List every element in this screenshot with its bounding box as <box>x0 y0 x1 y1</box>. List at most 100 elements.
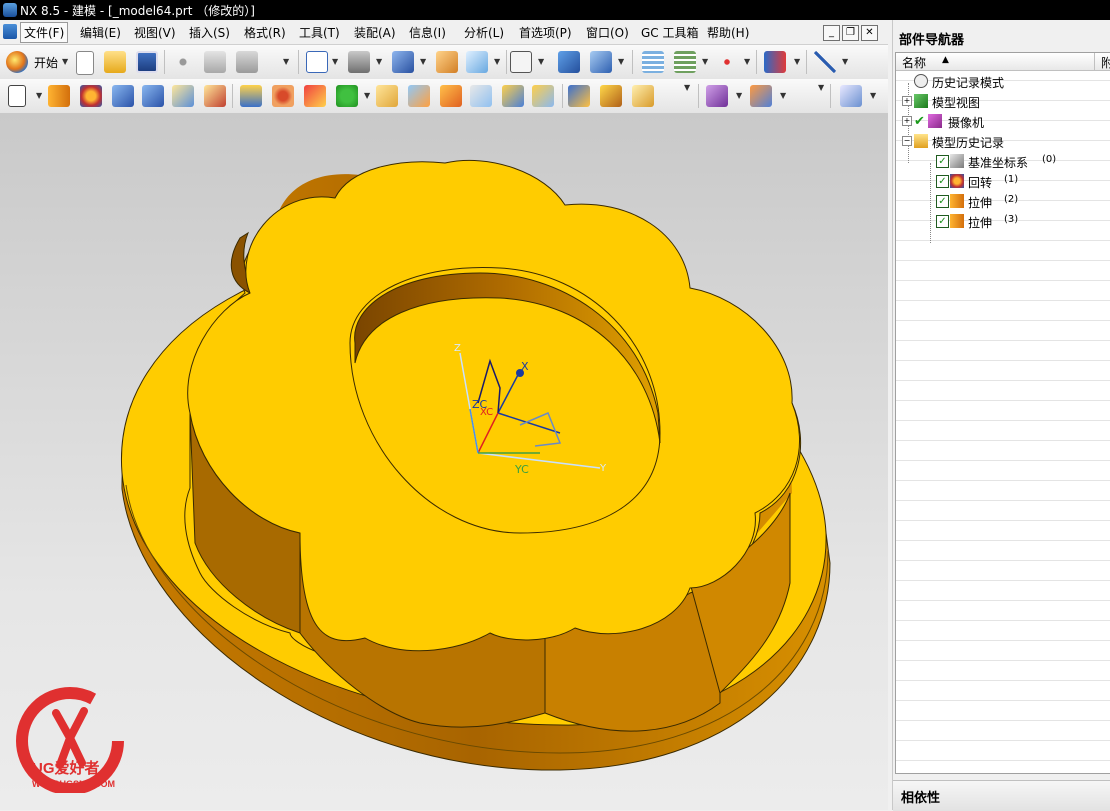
sort-ascending-icon[interactable]: ▲ <box>942 55 949 65</box>
menu-gc-toolbox[interactable]: GC 工具箱 <box>641 24 699 41</box>
fit-view-icon[interactable] <box>306 51 328 73</box>
expand-icon[interactable]: + <box>902 116 912 126</box>
tree-item-extrude[interactable]: ✓ 拉伸 (2) <box>896 191 1110 211</box>
chamfer-icon[interactable] <box>440 85 462 107</box>
trim-body-icon[interactable] <box>502 85 524 107</box>
minimize-button[interactable]: _ <box>823 25 840 41</box>
start-icon[interactable] <box>6 51 28 73</box>
offset-face-icon[interactable] <box>376 85 398 107</box>
chevron-down-icon[interactable]: ▼ <box>618 57 624 66</box>
assembly-constraint-icon[interactable] <box>590 51 612 73</box>
close-button[interactable]: ✕ <box>861 25 878 41</box>
chevron-down-icon[interactable]: ▼ <box>736 91 742 100</box>
navigator-tree[interactable]: 名称 ▲ 附 历史记录模式 + 模型视图 + ✔ 摄像机 − 模型历史记录 <box>895 52 1110 774</box>
tree-item-revolve[interactable]: ✓ 回转 (1) <box>896 171 1110 191</box>
dependencies-title[interactable]: 相依性 <box>901 787 940 806</box>
snap-point-icon[interactable] <box>814 51 836 73</box>
intersect-icon[interactable] <box>600 85 622 107</box>
revolve-icon[interactable] <box>80 85 102 107</box>
move-to-layer-icon[interactable] <box>674 51 696 73</box>
menu-insert[interactable]: 插入(S) <box>189 24 230 41</box>
chevron-down-icon[interactable]: ▼ <box>538 57 544 66</box>
chevron-down-icon[interactable]: ▼ <box>794 57 800 66</box>
menu-window[interactable]: 窗口(O) <box>586 24 629 41</box>
chevron-down-icon[interactable]: ▼ <box>364 91 370 100</box>
column-header-name[interactable]: 名称 <box>902 54 926 71</box>
chevron-down-icon[interactable]: ▼ <box>842 57 848 66</box>
tree-item-history-mode[interactable]: 历史记录模式 <box>896 71 1110 91</box>
layer-settings-icon[interactable] <box>642 51 664 73</box>
visibility-checkbox[interactable]: ✓ <box>936 195 949 208</box>
wcs-icon[interactable] <box>716 51 738 73</box>
menu-info[interactable]: 信息(I) <box>409 24 446 41</box>
sew-icon[interactable] <box>632 85 654 107</box>
collapse-icon[interactable]: − <box>902 136 912 146</box>
chevron-down-icon[interactable]: ▼ <box>420 57 426 66</box>
visibility-checkbox[interactable]: ✓ <box>936 155 949 168</box>
solid-model[interactable]: X ZC XC YC Y Z <box>0 113 888 810</box>
menu-format[interactable]: 格式(R) <box>244 24 286 41</box>
unite-icon[interactable] <box>142 85 164 107</box>
delete-face-icon[interactable] <box>750 85 772 107</box>
surface-icon[interactable] <box>840 85 862 107</box>
chevron-down-icon[interactable]: ▼ <box>283 57 289 66</box>
document-icon[interactable] <box>3 24 17 39</box>
paste-icon[interactable] <box>236 51 258 73</box>
chevron-down-icon[interactable]: ▼ <box>818 83 824 92</box>
chevron-down-icon[interactable]: ▼ <box>494 57 500 66</box>
shell-icon[interactable] <box>470 85 492 107</box>
chevron-down-icon[interactable]: ▼ <box>36 91 42 100</box>
tree-item-model-history[interactable]: − 模型历史记录 <box>896 131 1110 151</box>
menu-preferences[interactable]: 首选项(P) <box>519 24 572 41</box>
sketch-icon[interactable] <box>8 85 26 107</box>
chevron-down-icon[interactable]: ▼ <box>684 83 690 92</box>
save-icon[interactable] <box>136 51 158 73</box>
restore-button[interactable]: ❐ <box>842 25 859 41</box>
boss-icon[interactable] <box>204 85 226 107</box>
hole-icon[interactable] <box>172 85 194 107</box>
chevron-down-icon[interactable]: ▼ <box>332 57 338 66</box>
menu-file[interactable]: 文件(F) <box>20 22 69 43</box>
background-color-icon[interactable] <box>510 51 532 73</box>
new-file-icon[interactable] <box>76 51 94 75</box>
synchronous-move-icon[interactable] <box>706 85 728 107</box>
datum-csys-icon[interactable] <box>336 85 358 107</box>
visibility-checkbox[interactable]: ✓ <box>936 175 949 188</box>
tree-item-extrude[interactable]: ✓ 拉伸 (3) <box>896 211 1110 231</box>
draft-icon[interactable] <box>408 85 430 107</box>
chevron-down-icon[interactable]: ▼ <box>780 91 786 100</box>
start-button-label[interactable]: 开始 <box>34 54 58 71</box>
menu-edit[interactable]: 编辑(E) <box>80 24 121 41</box>
edge-blend-icon[interactable] <box>240 85 262 107</box>
tree-item-cameras[interactable]: + ✔ 摄像机 <box>896 111 1110 131</box>
clip-view-icon[interactable] <box>466 51 488 73</box>
chevron-down-icon[interactable]: ▼ <box>702 57 708 66</box>
chevron-down-icon[interactable]: ▼ <box>62 57 68 66</box>
selection-filter-icon[interactable] <box>764 51 786 73</box>
chevron-down-icon[interactable]: ▼ <box>376 57 382 66</box>
menu-analysis[interactable]: 分析(L) <box>464 24 504 41</box>
copy-icon[interactable] <box>204 51 226 73</box>
column-divider[interactable] <box>1094 53 1095 70</box>
chevron-down-icon[interactable]: ▼ <box>744 57 750 66</box>
point-icon[interactable] <box>304 85 326 107</box>
move-component-icon[interactable] <box>558 51 580 73</box>
block-icon[interactable] <box>112 85 134 107</box>
open-folder-icon[interactable] <box>104 51 126 73</box>
column-header-attached[interactable]: 附 <box>1101 54 1110 71</box>
shaded-cube-icon[interactable] <box>392 51 414 73</box>
chevron-down-icon[interactable]: ▼ <box>870 91 876 100</box>
menu-help[interactable]: 帮助(H) <box>707 24 749 41</box>
cut-icon[interactable] <box>172 51 194 73</box>
menu-view[interactable]: 视图(V) <box>134 24 176 41</box>
section-view-icon[interactable] <box>436 51 458 73</box>
menu-tools[interactable]: 工具(T) <box>299 24 340 41</box>
menu-assembly[interactable]: 装配(A) <box>354 24 396 41</box>
navigator-header[interactable]: 名称 ▲ 附 <box>896 53 1110 71</box>
tree-item-model-views[interactable]: + 模型视图 <box>896 91 1110 111</box>
tree-item-datum-csys[interactable]: ✓ 基准坐标系 (0) <box>896 151 1110 171</box>
expand-icon[interactable]: + <box>902 96 912 106</box>
visibility-checkbox[interactable]: ✓ <box>936 215 949 228</box>
rotate-view-icon[interactable] <box>348 51 370 73</box>
graphics-window[interactable]: X ZC XC YC Y Z UG爱好者 WWW.UGSNX.COM <box>0 113 888 810</box>
